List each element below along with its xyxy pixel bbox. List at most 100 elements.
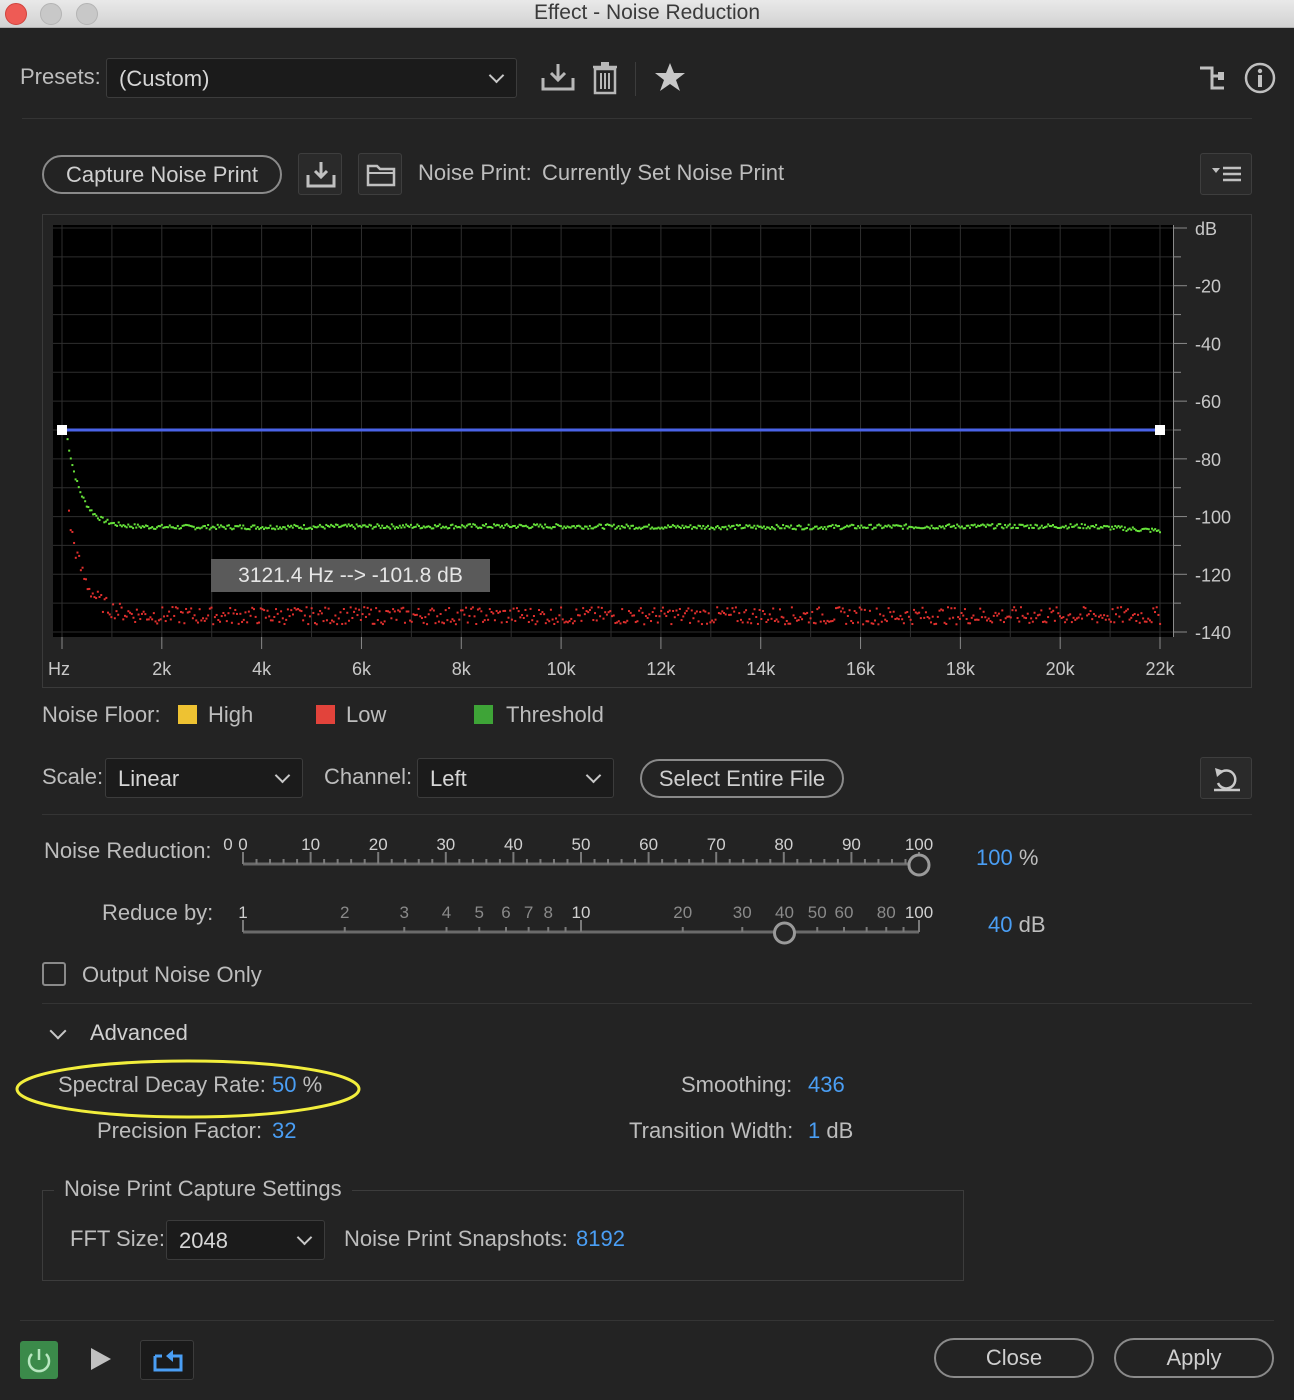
advanced-toggle[interactable]: Advanced [90, 1020, 188, 1046]
low-noise-point [880, 620, 883, 623]
low-noise-point [571, 622, 574, 625]
low-noise-point [818, 606, 821, 609]
reset-button[interactable] [1200, 757, 1252, 799]
reduce-by-readout[interactable]: 40 dB [988, 912, 1046, 938]
low-noise-point [522, 617, 525, 620]
threshold-point [790, 524, 793, 527]
section-divider [42, 1003, 1252, 1004]
section-divider [42, 814, 1252, 815]
threshold-point [218, 526, 221, 529]
threshold-point [726, 528, 729, 531]
threshold-point [707, 524, 710, 527]
low-noise-point [171, 606, 174, 609]
section-divider [20, 1320, 1274, 1321]
noise-profile-graph[interactable]: Hz 2k 4k 6k 8k 10k 12k 14k 16k 18k 20k 22k dB -20 -40 -… [42, 214, 1252, 688]
noise-reduction-thumb[interactable] [907, 853, 931, 877]
threshold-point [333, 525, 336, 528]
advanced-chevron-icon[interactable] [49, 1022, 67, 1040]
low-noise-point [695, 610, 698, 613]
noise-reduction-slider[interactable]: 0 0 10 20 30 40 50 60 70 80 90 100 [215, 830, 955, 886]
output-noise-only-checkbox[interactable] [42, 962, 66, 986]
capture-noise-print-button[interactable]: Capture Noise Print [42, 155, 282, 194]
precision-factor-value[interactable]: 32 [272, 1118, 296, 1144]
low-noise-point [448, 607, 451, 610]
low-noise-point [694, 612, 697, 615]
save-noise-print-button[interactable] [298, 153, 342, 195]
threshold-point [1064, 524, 1067, 527]
save-preset-icon[interactable] [540, 62, 576, 94]
low-noise-point [1038, 613, 1041, 616]
low-noise-point [344, 622, 347, 625]
delete-preset-icon[interactable] [592, 61, 618, 95]
y-tick-label: -100 [1195, 508, 1231, 528]
graph-menu-button[interactable] [1200, 153, 1252, 195]
noise-reduction-tick-label: 50 [572, 835, 591, 854]
channel-dropdown[interactable]: Left [417, 758, 614, 798]
low-noise-point [319, 610, 322, 613]
threshold-point [617, 525, 620, 528]
low-noise-point [1057, 612, 1060, 615]
power-toggle-button[interactable] [20, 1341, 58, 1379]
low-noise-point [390, 617, 393, 620]
low-noise-point [548, 620, 551, 623]
output-noise-only-label[interactable]: Output Noise Only [82, 962, 262, 988]
low-noise-point [987, 617, 990, 620]
presets-dropdown[interactable]: (Custom) [106, 58, 517, 98]
low-noise-point [719, 612, 722, 615]
threshold-point [619, 527, 622, 530]
reduce-by-value[interactable]: 40 [988, 912, 1012, 937]
low-noise-point [785, 619, 788, 622]
low-noise-point [168, 610, 171, 613]
threshold-point [991, 523, 994, 526]
reduce-by-tick-label: 8 [544, 903, 553, 922]
low-noise-point [420, 617, 423, 620]
threshold-handle-start[interactable] [57, 425, 67, 435]
open-noise-print-button[interactable] [358, 153, 402, 195]
low-noise-point [765, 621, 768, 624]
low-noise-point [658, 615, 661, 618]
select-entire-file-button[interactable]: Select Entire File [640, 759, 844, 798]
noise-reduction-readout[interactable]: 100 % [976, 845, 1038, 871]
play-icon[interactable] [88, 1346, 114, 1372]
low-noise-point [797, 619, 800, 622]
noise-reduction-value[interactable]: 100 [976, 845, 1013, 870]
threshold-handle-end[interactable] [1155, 425, 1165, 435]
apply-button[interactable]: Apply [1114, 1338, 1274, 1378]
smoothing-value[interactable]: 436 [808, 1072, 845, 1098]
threshold-point [176, 524, 179, 527]
snapshots-value[interactable]: 8192 [576, 1226, 625, 1252]
noise-reduction-label: Noise Reduction: [44, 838, 212, 863]
low-noise-point [107, 611, 110, 614]
noise-print-label: Noise Print: [418, 160, 532, 185]
transition-width-readout[interactable]: 1 dB [808, 1118, 853, 1144]
low-noise-point [81, 566, 84, 569]
info-icon[interactable] [1243, 61, 1277, 95]
reduce-by-thumb[interactable] [772, 921, 796, 945]
noise-reduction-tick-label: 30 [436, 835, 455, 854]
threshold-point [930, 524, 933, 527]
threshold-point [168, 524, 171, 527]
low-noise-point [69, 529, 72, 532]
low-noise-point [845, 622, 848, 625]
threshold-point [956, 523, 959, 526]
threshold-point [136, 523, 139, 526]
low-noise-point [1045, 621, 1048, 624]
low-noise-point [741, 621, 744, 624]
close-button[interactable]: Close [934, 1338, 1094, 1378]
threshold-point [858, 526, 861, 529]
reduce-by-tick-label: 100 [905, 903, 933, 922]
transition-width-value[interactable]: 1 [808, 1118, 820, 1143]
low-noise-point [188, 610, 191, 613]
threshold-point [1151, 527, 1154, 530]
low-noise-point [1111, 608, 1114, 611]
loop-playback-button[interactable] [140, 1340, 194, 1380]
spectral-decay-readout[interactable]: 50 % [272, 1072, 322, 1098]
low-noise-point [529, 607, 532, 610]
favorite-star-icon[interactable] [654, 62, 686, 92]
fft-size-dropdown[interactable]: 2048 [166, 1220, 325, 1260]
scale-dropdown[interactable]: Linear [105, 758, 303, 798]
routing-icon[interactable] [1198, 63, 1228, 93]
spectral-decay-value[interactable]: 50 [272, 1072, 296, 1097]
reduce-by-slider[interactable]: 1 2 3 4 5 6 7 8 10 20 30 40 50 60 80 100 [215, 898, 955, 954]
low-noise-point [156, 622, 159, 625]
